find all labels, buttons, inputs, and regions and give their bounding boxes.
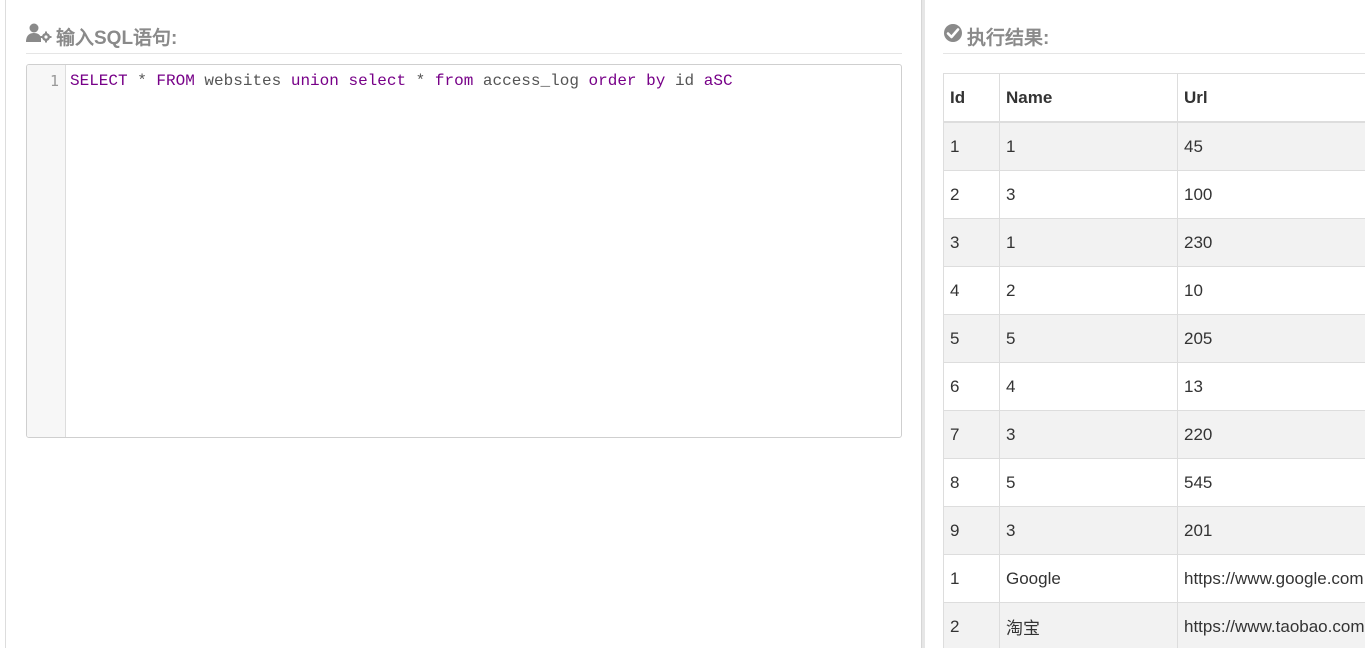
sql-editor[interactable]: 1 SELECT * FROM websites union select * … [26, 64, 902, 438]
cell-url: 13 [1177, 362, 1365, 411]
sql-keyword: SELECT [70, 72, 128, 90]
column-header-url[interactable]: Url [1177, 73, 1365, 123]
table-row[interactable]: 2 淘宝 https://www.taobao.com [943, 602, 1365, 648]
cell-id: 5 [943, 314, 1000, 363]
cell-name: 3 [999, 506, 1178, 555]
table-header-row: Id Name Url [943, 73, 1365, 123]
cell-name: Google [999, 554, 1178, 603]
sql-text: access_log [473, 72, 589, 90]
cell-id: 1 [943, 554, 1000, 603]
sql-code-line[interactable]: SELECT * FROM websites union select * fr… [70, 72, 733, 90]
cell-url: 545 [1177, 458, 1365, 507]
check-circle-icon [943, 23, 967, 49]
table-row[interactable]: 1 Google https://www.google.com [943, 554, 1365, 603]
results-title: 执行结果: [967, 27, 1050, 49]
cell-url: 230 [1177, 218, 1365, 267]
cell-url: https://www.taobao.com [1177, 602, 1365, 648]
column-header-name[interactable]: Name [999, 73, 1178, 123]
cell-name: 4 [999, 362, 1178, 411]
cell-id: 1 [943, 121, 1000, 171]
sql-text: * [406, 72, 435, 90]
table-row[interactable]: 1 1 45 [943, 121, 1365, 171]
sql-keyword: aSC [703, 72, 733, 90]
results-heading: 执行结果: [943, 19, 1365, 54]
cell-name: 1 [999, 121, 1178, 171]
cell-id: 3 [943, 218, 1000, 267]
table-row[interactable]: 7 3 220 [943, 410, 1365, 459]
results-table-container[interactable]: Id Name Url 1 1 45 2 3 100 3 1 230 4 2 10 5 5 205 6 4 13 7 3 2… [943, 73, 1365, 648]
cell-url: 205 [1177, 314, 1365, 363]
cell-url: 100 [1177, 170, 1365, 219]
table-row[interactable]: 2 3 100 [943, 170, 1365, 219]
cell-id: 2 [943, 170, 1000, 219]
sql-keyword: select [348, 72, 407, 90]
sql-input-heading: 输入SQL语句: [26, 19, 902, 54]
sql-keyword: from [434, 72, 474, 90]
cell-url: 201 [1177, 506, 1365, 555]
table-row[interactable]: 9 3 201 [943, 506, 1365, 555]
sql-keyword: by [646, 72, 666, 90]
results-table: Id Name Url 1 1 45 2 3 100 3 1 230 4 2 10 5 5 205 6 4 13 7 3 2… [943, 73, 1365, 648]
table-row[interactable]: 3 1 230 [943, 218, 1365, 267]
cell-name: 5 [999, 458, 1178, 507]
cell-id: 2 [943, 602, 1000, 648]
user-gear-icon [26, 23, 56, 49]
left-edge-border [5, 0, 6, 648]
sql-text: id [665, 72, 704, 90]
cell-name: 2 [999, 266, 1178, 315]
line-number-gutter: 1 [27, 65, 66, 437]
table-row[interactable]: 6 4 13 [943, 362, 1365, 411]
sql-text: * [127, 72, 157, 90]
cell-url: https://www.google.com [1177, 554, 1365, 603]
cell-id: 4 [943, 266, 1000, 315]
cell-url: 45 [1177, 121, 1365, 171]
cell-id: 8 [943, 458, 1000, 507]
table-row[interactable]: 4 2 10 [943, 266, 1365, 315]
cell-url: 10 [1177, 266, 1365, 315]
sql-keyword: union [290, 72, 339, 90]
cell-name: 5 [999, 314, 1178, 363]
cell-name: 3 [999, 410, 1178, 459]
column-header-id[interactable]: Id [943, 73, 1000, 123]
table-row[interactable]: 8 5 545 [943, 458, 1365, 507]
cell-id: 9 [943, 506, 1000, 555]
cell-url: 220 [1177, 410, 1365, 459]
sql-keyword: order [588, 72, 637, 90]
line-number: 1 [49, 72, 59, 90]
cell-id: 7 [943, 410, 1000, 459]
sql-text: websites [194, 72, 291, 90]
cell-name: 1 [999, 218, 1178, 267]
cell-name: 3 [999, 170, 1178, 219]
sql-keyword: FROM [156, 72, 195, 90]
cell-id: 6 [943, 362, 1000, 411]
table-row[interactable]: 5 5 205 [943, 314, 1365, 363]
sql-input-title: 输入SQL语句: [56, 27, 178, 49]
panel-divider[interactable] [921, 0, 925, 648]
cell-name: 淘宝 [999, 602, 1178, 648]
